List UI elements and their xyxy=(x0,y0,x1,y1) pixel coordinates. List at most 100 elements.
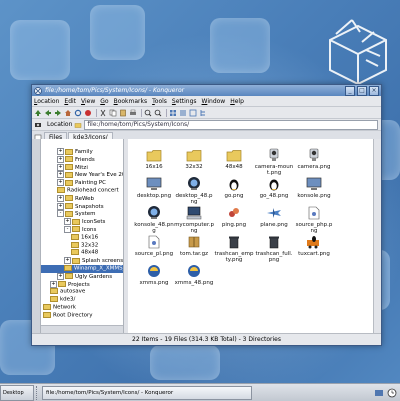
taskbar-konqueror-task[interactable]: file:/home/tom/Pics/System/Icons/ - Konq… xyxy=(42,385,252,400)
minimize-button[interactable]: _ xyxy=(345,85,355,96)
icon-view-scrollbar[interactable] xyxy=(373,139,381,333)
tree-item[interactable]: kde3/ xyxy=(41,296,123,304)
icon-view-icon[interactable] xyxy=(169,109,177,117)
file-item[interactable]: trashcan_empty.png xyxy=(214,234,254,263)
expand-toggle-icon[interactable]: + xyxy=(57,171,64,179)
tree-item[interactable]: + Snapshots xyxy=(41,202,123,211)
tree-item[interactable]: + Mitzi xyxy=(41,163,123,172)
expand-toggle-icon[interactable]: - xyxy=(57,210,64,218)
file-item[interactable]: 48x48 xyxy=(214,147,254,170)
file-item-label: tuxcart.png xyxy=(298,251,330,257)
menu-help[interactable]: Help xyxy=(230,98,244,105)
file-item[interactable]: xmms.png xyxy=(134,263,174,286)
file-item[interactable]: trashcan_full.png xyxy=(254,234,294,263)
tree-item[interactable]: autosave xyxy=(41,288,123,296)
expand-toggle-icon[interactable]: - xyxy=(64,225,71,233)
file-item[interactable]: go.png xyxy=(214,176,254,199)
tree-item[interactable]: + ReWeb xyxy=(41,194,123,203)
desktop-pager-button[interactable]: Desktop xyxy=(0,384,34,401)
file-item[interactable]: plane.png xyxy=(254,205,294,228)
menu-edit[interactable]: Edit xyxy=(64,98,76,105)
close-button[interactable]: × xyxy=(369,85,379,96)
expand-toggle-icon[interactable]: + xyxy=(57,148,64,155)
file-item[interactable]: camera-mount.png xyxy=(254,147,294,176)
copy-icon[interactable] xyxy=(109,109,117,117)
expand-toggle-icon[interactable]: + xyxy=(57,179,64,187)
maximize-button[interactable]: □ xyxy=(357,85,367,96)
paste-icon[interactable] xyxy=(119,109,127,117)
zoom-out-icon[interactable] xyxy=(154,109,162,117)
file-item[interactable]: ping.png xyxy=(214,205,254,228)
file-item[interactable]: tom.tar.gz xyxy=(174,234,214,257)
tree-item[interactable]: - Icons xyxy=(41,225,123,234)
tree-item[interactable]: + Painting PC xyxy=(41,179,123,187)
expand-toggle-icon[interactable]: + xyxy=(64,257,71,265)
file-item[interactable]: mycomputer.png xyxy=(174,205,214,234)
konqueror-app-icon[interactable] xyxy=(34,86,42,95)
file-item[interactable]: 32x32 xyxy=(174,147,214,170)
menu-bookmarks[interactable]: Bookmarks xyxy=(114,98,148,105)
tree-item[interactable]: + Ugly Gardens xyxy=(41,272,123,281)
expand-toggle-icon[interactable]: + xyxy=(57,202,64,210)
tree-item[interactable]: Root Directory xyxy=(41,311,123,320)
tree-view-icon[interactable] xyxy=(199,109,207,117)
navigation-sidebar[interactable] xyxy=(32,139,41,333)
list-view-icon[interactable] xyxy=(179,109,187,117)
tree-horizontal-scrollbar[interactable] xyxy=(41,325,123,333)
home-icon[interactable] xyxy=(64,109,72,117)
tree-item[interactable]: 48x48 xyxy=(41,249,123,257)
clear-location-icon[interactable] xyxy=(34,121,42,129)
expand-toggle-icon[interactable]: + xyxy=(57,272,64,280)
menu-window[interactable]: Window xyxy=(202,98,226,105)
tree-item[interactable]: + New Year's Eve 2001 xyxy=(41,171,123,179)
tray-clock-icon[interactable] xyxy=(387,388,397,398)
tree-item[interactable]: + Projects xyxy=(41,280,123,289)
expand-toggle-icon[interactable]: + xyxy=(64,218,71,226)
tree-item[interactable]: Winamp_X_XMMS_ xyxy=(41,264,123,273)
print-icon[interactable] xyxy=(129,109,137,117)
tree-item[interactable]: + Splash screens xyxy=(41,257,123,265)
tree-item[interactable]: Network xyxy=(41,303,123,312)
tree-item[interactable]: + IconSets xyxy=(41,218,123,226)
expand-toggle-icon[interactable]: + xyxy=(57,194,64,202)
menu-view[interactable]: View xyxy=(81,98,95,105)
tree-item[interactable]: + Friends xyxy=(41,155,123,164)
file-item[interactable]: desktop.png xyxy=(134,176,174,199)
forward-arrow-icon[interactable] xyxy=(54,109,62,117)
file-item[interactable]: camera.png xyxy=(294,147,334,170)
menu-tools[interactable]: Tools xyxy=(152,98,167,105)
tree-item[interactable]: 32x32 xyxy=(41,241,123,250)
folder-icon xyxy=(225,147,243,163)
tree-item[interactable]: - System xyxy=(41,210,123,218)
file-item[interactable]: xmms_48.png xyxy=(174,263,214,286)
expand-toggle-icon[interactable]: + xyxy=(57,155,64,163)
tree-item[interactable]: 16x16 xyxy=(41,233,123,242)
tray-network-icon[interactable] xyxy=(374,388,384,398)
folder-tree[interactable]: + Family + Friends + Mitzi + New Year's Eve 200… xyxy=(41,139,124,333)
reload-icon[interactable] xyxy=(74,109,82,117)
menu-location[interactable]: Location xyxy=(34,98,59,105)
zoom-in-icon[interactable] xyxy=(144,109,152,117)
tree-item[interactable]: Radiohead concert xyxy=(41,186,123,195)
file-item[interactable]: source_pl.png xyxy=(134,234,174,257)
expand-toggle-icon[interactable]: + xyxy=(50,280,57,288)
menu-settings[interactable]: Settings xyxy=(172,98,197,105)
cut-icon[interactable] xyxy=(99,109,107,117)
tree-item[interactable]: + Family xyxy=(41,148,123,156)
file-item[interactable]: konsole_48.png xyxy=(134,205,174,234)
file-item[interactable]: konsole.png xyxy=(294,176,334,199)
file-item[interactable]: 16x16 xyxy=(134,147,174,170)
file-item[interactable]: tuxcart.png xyxy=(294,234,334,257)
stop-icon[interactable] xyxy=(84,109,92,117)
expand-toggle-icon[interactable]: + xyxy=(57,163,64,171)
menu-go[interactable]: Go xyxy=(100,98,108,105)
back-arrow-icon[interactable] xyxy=(44,109,52,117)
detail-view-icon[interactable] xyxy=(189,109,197,117)
tree-item-label: Root Directory xyxy=(53,312,93,319)
file-item[interactable]: desktop_48.png xyxy=(174,176,214,205)
file-item[interactable]: source_php.png xyxy=(294,205,334,234)
window-titlebar[interactable]: file:/home/tom/Pics/System/Icons/ - Konq… xyxy=(32,85,381,96)
location-input[interactable]: file:/home/tom/Pics/System/Icons/ xyxy=(84,119,378,130)
up-arrow-icon[interactable] xyxy=(34,109,42,117)
file-item[interactable]: go_48.png xyxy=(254,176,294,199)
